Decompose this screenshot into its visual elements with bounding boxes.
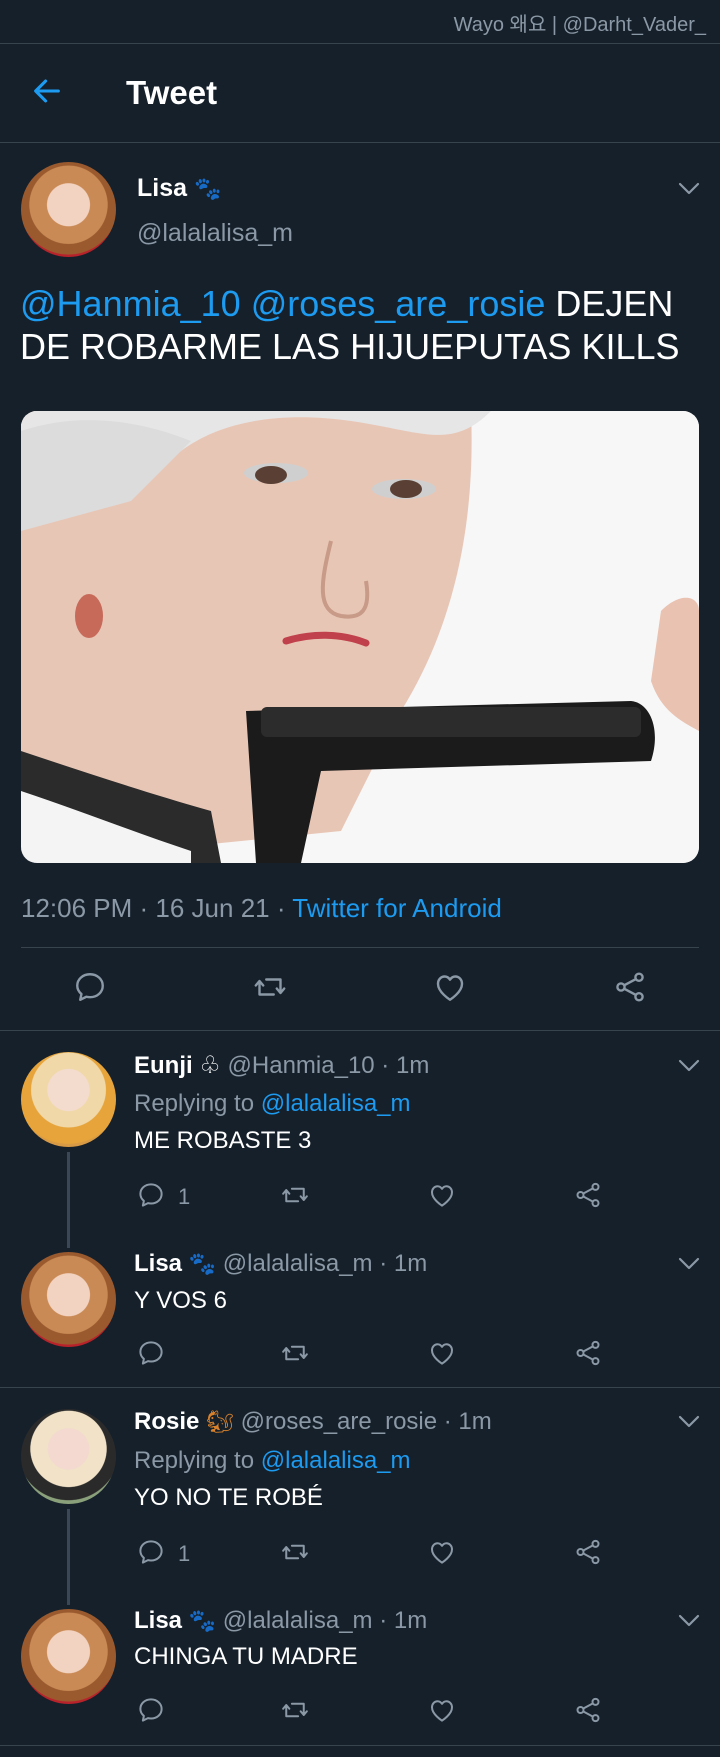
thread-line xyxy=(67,1152,70,1248)
avatar[interactable] xyxy=(21,1252,116,1347)
replying-to-label: Replying to xyxy=(134,1447,261,1474)
retweet-icon[interactable] xyxy=(280,1338,310,1368)
reply-count: 1 xyxy=(178,1541,191,1566)
chevron-down-icon[interactable] xyxy=(678,1257,700,1271)
author-name[interactable]: Lisa 🐾 xyxy=(137,174,221,203)
chevron-down-icon[interactable] xyxy=(678,1059,700,1073)
tweet-date: 16 Jun 21 xyxy=(155,893,270,923)
watermark: Wayo 왜요 | @Darht_Vader_ xyxy=(453,14,706,36)
tweet-media-image[interactable] xyxy=(21,411,699,863)
share-icon[interactable] xyxy=(612,969,648,1005)
reply-time: 1m xyxy=(393,1250,428,1277)
share-icon[interactable] xyxy=(573,1695,603,1725)
heart-icon[interactable] xyxy=(427,1180,457,1210)
chevron-down-icon[interactable] xyxy=(678,182,700,196)
reply-time: 1m xyxy=(395,1052,430,1079)
arrow-left-icon[interactable] xyxy=(30,74,64,108)
reply-text: CHINGA TU MADRE xyxy=(134,1643,358,1670)
heart-icon[interactable] xyxy=(427,1537,457,1567)
reply-text: Y VOS 6 xyxy=(134,1287,227,1314)
comment-icon[interactable] xyxy=(72,969,108,1005)
paw-icon: 🐾 xyxy=(188,1251,217,1276)
author-handle[interactable]: @lalalalisa_m xyxy=(137,219,293,248)
thread-line xyxy=(67,1509,70,1605)
reply-author-name[interactable]: Rosie xyxy=(134,1408,199,1435)
reply-count: 1 xyxy=(178,1184,191,1209)
author-name-text: Lisa xyxy=(137,174,188,202)
mention-link[interactable]: @roses_are_rosie xyxy=(251,283,546,324)
tweet-meta: 12:06 PM · 16 Jun 21 · Twitter for Andro… xyxy=(21,893,502,923)
reply-author-handle[interactable]: @lalalalisa_m xyxy=(223,1607,373,1634)
reply-header: Lisa 🐾 @lalalalisa_m · 1m xyxy=(134,1250,428,1277)
divider xyxy=(0,1030,720,1031)
replying-to-link[interactable]: @lalalalisa_m xyxy=(261,1090,411,1117)
heart-icon[interactable] xyxy=(427,1338,457,1368)
comment-icon[interactable] xyxy=(136,1695,166,1725)
reply-author-handle[interactable]: @lalalalisa_m xyxy=(223,1250,373,1277)
paw-icon: 🐾 xyxy=(193,176,222,201)
reply-author-name[interactable]: Eunji xyxy=(134,1052,193,1079)
avatar[interactable] xyxy=(21,1609,116,1704)
comment-icon[interactable] xyxy=(136,1338,166,1368)
avatar[interactable] xyxy=(21,162,116,257)
club-icon: ♧ xyxy=(199,1052,221,1079)
divider xyxy=(0,142,720,143)
reply-author-handle[interactable]: @Hanmia_10 xyxy=(228,1052,375,1079)
reply-author-name[interactable]: Lisa xyxy=(134,1607,182,1634)
replying-to: Replying to @lalalalisa_m xyxy=(134,1447,411,1475)
reply-text: ME ROBASTE 3 xyxy=(134,1127,312,1154)
reply-text: YO NO TE ROBÉ xyxy=(134,1484,323,1511)
media-illustration xyxy=(21,411,699,863)
retweet-icon[interactable] xyxy=(252,969,288,1005)
share-icon[interactable] xyxy=(573,1180,603,1210)
paw-icon: 🐾 xyxy=(188,1608,217,1633)
avatar[interactable] xyxy=(21,1052,116,1147)
retweet-icon[interactable] xyxy=(280,1180,310,1210)
reply-time: 1m xyxy=(393,1607,428,1634)
heart-icon[interactable] xyxy=(427,1695,457,1725)
share-icon[interactable] xyxy=(573,1537,603,1567)
reply-header: Rosie 🐿 @roses_are_rosie · 1m xyxy=(134,1408,492,1435)
page-title: Tweet xyxy=(126,74,218,111)
share-icon[interactable] xyxy=(573,1338,603,1368)
reply-header: Eunji ♧ @Hanmia_10 · 1m xyxy=(134,1052,430,1079)
tweet-time: 12:06 PM xyxy=(21,893,133,923)
divider xyxy=(0,1745,720,1746)
mention-link[interactable]: @Hanmia_10 xyxy=(20,283,241,324)
divider xyxy=(0,43,720,44)
retweet-icon[interactable] xyxy=(280,1537,310,1567)
heart-icon[interactable] xyxy=(432,969,468,1005)
reply-author-handle[interactable]: @roses_are_rosie xyxy=(241,1408,437,1435)
retweet-icon[interactable] xyxy=(280,1695,310,1725)
divider xyxy=(0,1387,720,1388)
reply-author-name[interactable]: Lisa xyxy=(134,1250,182,1277)
chevron-down-icon[interactable] xyxy=(678,1415,700,1429)
replying-to-link[interactable]: @lalalalisa_m xyxy=(261,1447,411,1474)
tweet-text: @Hanmia_10 @roses_are_rosie DEJEN DE ROB… xyxy=(20,282,710,368)
reply-header: Lisa 🐾 @lalalalisa_m · 1m xyxy=(134,1607,428,1634)
comment-icon[interactable] xyxy=(136,1537,166,1567)
divider xyxy=(21,947,699,948)
squirrel-icon: 🐿 xyxy=(206,1409,234,1434)
avatar[interactable] xyxy=(21,1409,116,1504)
replying-to: Replying to @lalalalisa_m xyxy=(134,1090,411,1118)
tweet-source-link[interactable]: Twitter for Android xyxy=(292,893,502,923)
reply-time: 1m xyxy=(458,1408,492,1435)
replying-to-label: Replying to xyxy=(134,1090,261,1117)
comment-icon[interactable] xyxy=(136,1180,166,1210)
chevron-down-icon[interactable] xyxy=(678,1614,700,1628)
